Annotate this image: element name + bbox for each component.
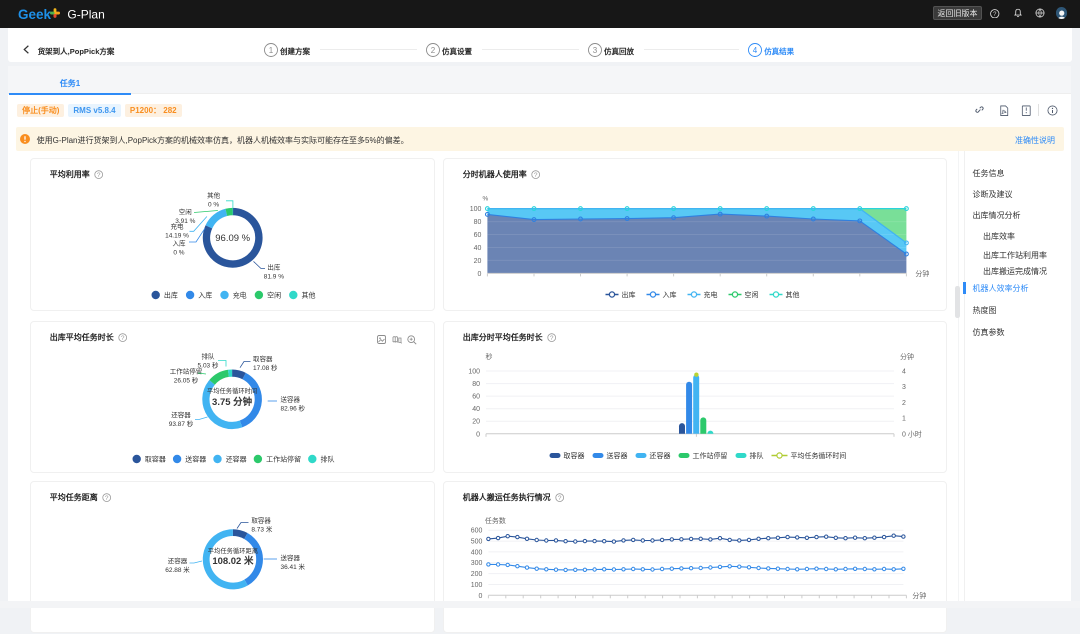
svg-text:送容器36.41 米: 送容器36.41 米 (280, 553, 305, 571)
svg-text:其他: 其他 (785, 290, 799, 299)
svg-text:分钟: 分钟 (915, 269, 929, 278)
svg-text:?: ? (993, 11, 997, 17)
svg-text:排队5.03 秒: 排队5.03 秒 (197, 351, 218, 369)
svg-text:还容器: 还容器 (649, 450, 670, 459)
svg-text:充电: 充电 (703, 290, 717, 299)
svg-text:分时机器人使用率: 分时机器人使用率 (463, 169, 527, 179)
svg-text:空闲3.91 %: 空闲3.91 % (175, 207, 195, 225)
svg-text:?: ? (104, 495, 108, 502)
svg-text:40: 40 (472, 406, 480, 413)
svg-text:?: ? (550, 335, 554, 342)
svg-text:排队: 排队 (749, 450, 763, 459)
svg-text:还容器62.88 米: 还容器62.88 米 (165, 556, 190, 574)
svg-text:100: 100 (470, 206, 482, 213)
svg-text:其他: 其他 (301, 290, 315, 299)
svg-text:400: 400 (471, 550, 483, 557)
svg-text:工作站停留: 工作站停留 (266, 454, 301, 463)
svg-text:4: 4 (753, 45, 758, 54)
svg-text:20: 20 (474, 258, 482, 265)
svg-text:300: 300 (471, 560, 483, 567)
svg-text:取容器: 取容器 (144, 454, 165, 463)
svg-text:%: % (483, 196, 489, 203)
svg-text:送容器: 送容器 (606, 450, 627, 459)
svg-text:3: 3 (593, 45, 598, 54)
svg-text:100: 100 (471, 582, 483, 589)
svg-text:平均利用率: 平均利用率 (49, 169, 89, 179)
svg-text:3.75 分钟: 3.75 分钟 (212, 395, 253, 407)
svg-text:出库平均任务时长: 出库平均任务时长 (49, 332, 113, 342)
svg-text:200: 200 (471, 571, 483, 578)
svg-text:2: 2 (902, 399, 906, 406)
svg-text:500: 500 (471, 539, 483, 546)
svg-text:0: 0 (479, 593, 483, 600)
svg-text:1: 1 (269, 45, 274, 54)
svg-text:40: 40 (474, 245, 482, 252)
svg-text:出库分时平均任务时长: 出库分时平均任务时长 (463, 332, 543, 342)
svg-text:1: 1 (902, 415, 906, 422)
svg-text:送容器: 送容器 (185, 454, 206, 463)
svg-text:平均任务距离: 平均任务距离 (49, 492, 97, 502)
svg-text:秒: 秒 (485, 352, 492, 361)
svg-text:4: 4 (902, 368, 906, 375)
svg-text:取容器: 取容器 (563, 450, 584, 459)
svg-text:60: 60 (472, 393, 480, 400)
svg-text:?: ? (558, 495, 562, 502)
svg-text:机器人搬运任务执行情况: 机器人搬运任务执行情况 (463, 492, 551, 502)
svg-text:送容器82.96 秒: 送容器82.96 秒 (280, 394, 305, 412)
svg-text:20: 20 (472, 418, 480, 425)
svg-text:?: ? (120, 335, 124, 342)
svg-text:其他0 %: 其他0 % (207, 191, 220, 209)
svg-text:工作站停留26.05 秒: 工作站停留26.05 秒 (169, 366, 201, 384)
svg-text:出库: 出库 (621, 290, 635, 299)
svg-text:还容器93.87 秒: 还容器93.87 秒 (168, 409, 193, 427)
svg-text:?: ? (96, 172, 100, 179)
svg-text:108.02 米: 108.02 米 (212, 555, 254, 567)
svg-text:空闲: 空闲 (267, 290, 281, 299)
svg-text:还容器: 还容器 (225, 454, 246, 463)
svg-text:96.09 %: 96.09 % (215, 233, 250, 244)
svg-text:平均任务循环时间: 平均任务循环时间 (790, 450, 846, 459)
svg-text:分钟: 分钟 (912, 591, 926, 600)
svg-text:分钟: 分钟 (900, 352, 914, 361)
svg-text:入库: 入库 (198, 290, 212, 299)
svg-text:任务数: 任务数 (485, 516, 506, 525)
svg-text:入库0 %: 入库0 % (172, 238, 185, 256)
svg-text:100: 100 (468, 368, 480, 375)
svg-text:出库81.9 %: 出库81.9 % (263, 262, 283, 280)
svg-text:取容器8.73 米: 取容器8.73 米 (251, 516, 272, 534)
svg-text:入库: 入库 (662, 290, 676, 299)
svg-text:80: 80 (474, 219, 482, 226)
svg-text:?: ? (534, 172, 538, 179)
svg-text:排队: 排队 (320, 454, 334, 463)
svg-text:空闲: 空闲 (744, 290, 758, 299)
svg-text:平均任务循环距离: 平均任务循环距离 (207, 546, 257, 555)
svg-text:2: 2 (431, 45, 436, 54)
svg-text:Geek: Geek (18, 7, 52, 22)
svg-text:G-Plan: G-Plan (67, 8, 104, 22)
svg-text:0: 0 (476, 431, 480, 438)
svg-text:取容器17.08 秒: 取容器17.08 秒 (253, 354, 278, 372)
svg-text:0 小时: 0 小时 (902, 429, 922, 438)
svg-text:3: 3 (902, 384, 906, 391)
svg-text:充电: 充电 (232, 290, 246, 299)
svg-text:平均任务循环时间: 平均任务循环时间 (207, 386, 257, 395)
svg-text:工作站停留: 工作站停留 (692, 450, 727, 459)
svg-text:80: 80 (472, 381, 480, 388)
svg-text:出库: 出库 (163, 290, 177, 299)
svg-text:600: 600 (471, 528, 483, 535)
svg-text:60: 60 (474, 232, 482, 239)
svg-text:0: 0 (478, 271, 482, 278)
